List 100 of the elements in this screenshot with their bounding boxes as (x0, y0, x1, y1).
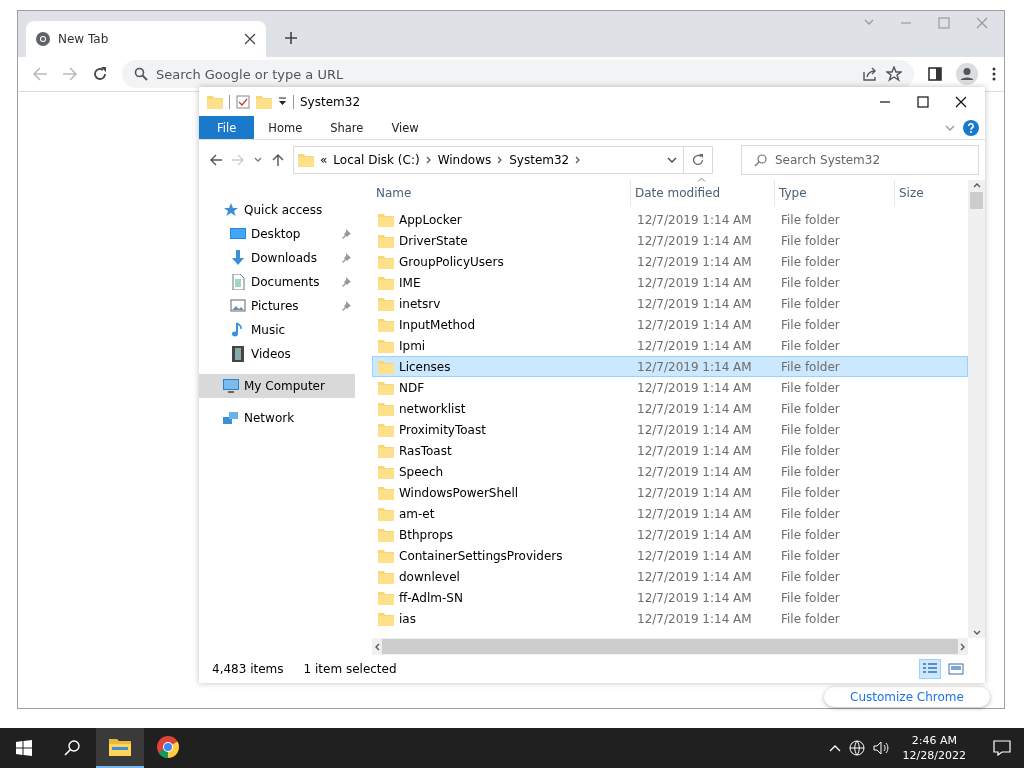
refresh-icon[interactable] (691, 153, 705, 167)
folder-icon (207, 94, 223, 109)
properties-icon[interactable] (236, 94, 250, 109)
back-icon[interactable] (209, 153, 223, 167)
notifications-icon[interactable] (993, 740, 1011, 756)
customize-button[interactable]: Customize Chrome (824, 687, 990, 707)
network-globe-icon[interactable] (848, 740, 865, 756)
chrome-logo-icon (157, 736, 179, 758)
plus-icon[interactable] (284, 31, 298, 45)
chrome-logo-icon (36, 32, 50, 46)
folder-icon (109, 738, 131, 756)
nav-item[interactable]: Desktop (199, 222, 355, 246)
breadcrumb-item[interactable]: Windows (437, 153, 492, 167)
type-cell-text: File folder (780, 485, 841, 500)
network-icon (223, 410, 239, 426)
clock-time[interactable]: 2:46 AM (911, 733, 957, 748)
selected-row[interactable]: Licenses 12/7/2019 1:14 AM File folder (372, 356, 968, 377)
date-cell-text: 12/7/2019 1:14 AM (636, 275, 753, 290)
date-cell-text: 12/7/2019 1:14 AM (636, 590, 753, 605)
vertical-scrollbar[interactable] (968, 180, 985, 638)
nav-item[interactable]: Videos (199, 342, 355, 366)
help-icon[interactable] (963, 119, 979, 136)
file-tab[interactable]: File (199, 116, 255, 139)
ribbon-tab[interactable]: Home (254, 116, 317, 139)
window-title: System32 (300, 94, 361, 109)
address-bar[interactable]: Search Google or type a URL (122, 60, 914, 88)
folder-icon (378, 527, 394, 542)
history-dropdown-icon[interactable] (667, 155, 677, 165)
folder-icon (378, 506, 394, 521)
chevron-icon[interactable] (497, 156, 504, 164)
breadcrumb-item[interactable]: Local Disk (C:) (333, 153, 420, 167)
chevron-icon[interactable] (425, 156, 432, 164)
folder-icon (378, 401, 394, 416)
date-cell-text: 12/7/2019 1:14 AM (636, 212, 753, 227)
address-field[interactable]: « Local Disk (C:) Windows System32 (293, 146, 713, 174)
type-cell-text: File folder (780, 317, 841, 332)
film-icon (230, 346, 246, 362)
details-view-icon (922, 662, 938, 676)
folder-icon (378, 275, 394, 290)
scrollbar-thumb[interactable] (970, 192, 983, 209)
file-name: WindowsPowerShell (399, 485, 519, 500)
close-icon[interactable] (955, 95, 967, 108)
share-icon[interactable] (862, 66, 878, 82)
column-header[interactable]: Name (372, 180, 631, 206)
file-name: IME (399, 275, 421, 290)
clock-date[interactable]: 12/28/2022 (902, 748, 966, 763)
breadcrumb-overflow[interactable]: « (320, 153, 328, 167)
nav-item[interactable]: Downloads (199, 246, 355, 270)
column-header[interactable]: Type (775, 180, 895, 206)
chevron-icon[interactable] (575, 156, 582, 164)
nav-item[interactable]: Quick access (199, 198, 355, 222)
search-field[interactable]: Search System32 (741, 145, 979, 175)
customize-dropdown-icon[interactable] (278, 97, 287, 106)
speaker-icon[interactable] (872, 740, 889, 756)
side-panel-icon[interactable] (928, 67, 942, 81)
menu-icon[interactable] (992, 67, 996, 81)
view-button[interactable] (919, 659, 941, 679)
folder-icon (378, 443, 394, 458)
taskbar-app[interactable] (96, 728, 144, 768)
type-cell-text: File folder (780, 443, 841, 458)
maximize-icon[interactable] (917, 95, 929, 108)
file-name: networklist (399, 401, 466, 416)
date-cell-text: 12/7/2019 1:14 AM (636, 422, 753, 437)
browser-tab[interactable]: New Tab (26, 21, 266, 57)
star-icon (223, 202, 239, 218)
close-icon[interactable] (244, 33, 256, 45)
nav-item[interactable]: Music (199, 318, 355, 342)
profile-icon[interactable] (956, 63, 978, 85)
up-icon[interactable] (271, 153, 285, 167)
reload-icon[interactable] (92, 66, 108, 82)
file-name: AppLocker (399, 212, 462, 227)
type-cell-text: File folder (780, 233, 841, 248)
file-name: GroupPolicyUsers (399, 254, 504, 269)
star-icon[interactable] (886, 66, 902, 82)
search-icon (134, 67, 148, 81)
nav-item[interactable]: Documents (199, 270, 355, 294)
folder-icon (378, 611, 394, 626)
nav-item[interactable]: Pictures (199, 294, 355, 318)
column-header[interactable]: Date modified (631, 180, 775, 206)
folder-icon (378, 212, 394, 227)
file-name: ff-Adlm-SN (399, 590, 463, 605)
nav-item[interactable]: Network (199, 406, 355, 430)
column-header[interactable]: Size (895, 180, 966, 206)
chevron-up-icon[interactable] (828, 744, 841, 752)
file-name: ProximityToast (399, 422, 486, 437)
ribbon-tab[interactable]: View (377, 116, 433, 139)
type-cell-text: File folder (780, 569, 841, 584)
folder-icon (378, 464, 394, 479)
ribbon-tab[interactable]: Share (316, 116, 378, 139)
breadcrumb-item[interactable]: System32 (509, 153, 570, 167)
file-name: Speech (399, 464, 444, 479)
file-name: inetsrv (399, 296, 441, 311)
search-icon[interactable] (64, 740, 80, 756)
file-name: downlevel (399, 569, 460, 584)
nav-item[interactable]: My Computer (199, 374, 355, 398)
type-cell-text: File folder (780, 212, 841, 227)
folder-icon (378, 233, 394, 248)
windows-start-icon[interactable] (16, 740, 32, 756)
date-cell-text: 12/7/2019 1:14 AM (636, 464, 753, 479)
search-placeholder: Search System32 (775, 153, 881, 167)
